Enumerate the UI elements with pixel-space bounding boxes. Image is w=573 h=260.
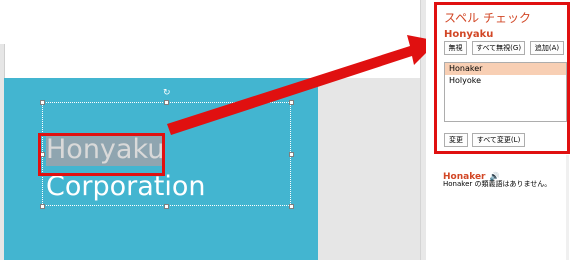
pane-scrollbar[interactable] bbox=[566, 155, 569, 260]
suggestion-item[interactable]: Honaker bbox=[445, 63, 566, 75]
add-button[interactable]: 追加(A) bbox=[530, 41, 564, 55]
ignore-button[interactable]: 無視 bbox=[444, 41, 467, 55]
preview-note: Honaker の類義語はありません。 bbox=[443, 180, 552, 188]
pane-title: スペル チェック bbox=[444, 11, 531, 25]
misspelled-word: Honyaku bbox=[444, 29, 494, 40]
suggestion-item[interactable]: Holyoke bbox=[445, 75, 566, 87]
suggestion-list[interactable]: Honaker Holyoke bbox=[444, 62, 567, 122]
change-all-button[interactable]: すべて変更(L) bbox=[472, 133, 525, 147]
ignore-all-button[interactable]: すべて無視(G) bbox=[472, 41, 525, 55]
change-button[interactable]: 変更 bbox=[444, 133, 468, 147]
